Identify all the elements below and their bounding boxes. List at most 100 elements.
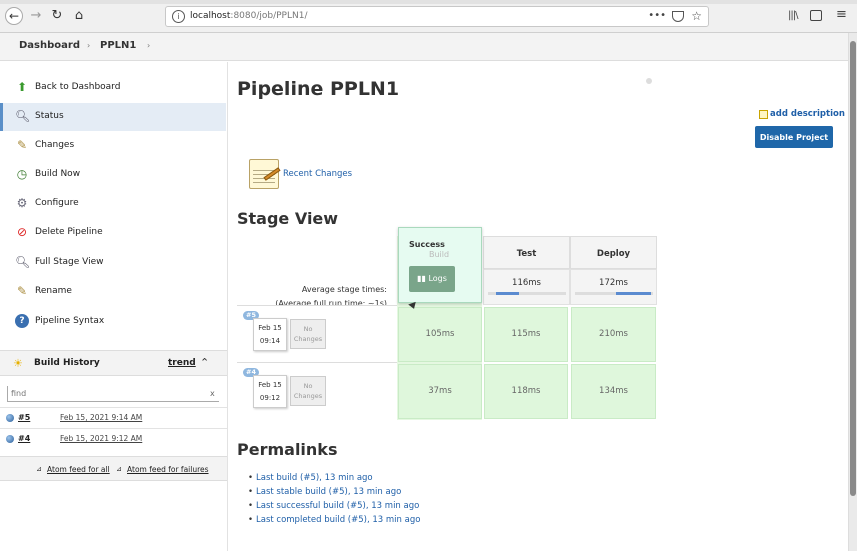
sun-weather-icon: ☀ <box>13 357 23 370</box>
disable-project-button[interactable]: Disable Project <box>755 126 833 148</box>
build-history-row[interactable]: #4 Feb 15, 2021 9:12 AM <box>0 428 227 449</box>
sidebar-item-status[interactable]: 🔍︎ Status <box>0 103 226 131</box>
breadcrumb-separator[interactable]: › <box>147 41 150 50</box>
notepad-icon: ✎ <box>16 138 28 152</box>
url-host: localhost <box>190 11 231 21</box>
scrollbar-thumb[interactable] <box>850 41 856 496</box>
logs-button[interactable]: ▮▮ Logs <box>409 266 455 292</box>
clear-search-icon[interactable]: x <box>210 389 215 398</box>
url-text[interactable]: localhost:8080/job/PPLN1/ <box>190 11 308 21</box>
sidebar-item-label: Pipeline Syntax <box>35 316 105 326</box>
stage-avg-value: 116ms <box>512 278 541 288</box>
stage-duration: 115ms <box>511 329 541 339</box>
sidebar-item-changes[interactable]: ✎ Changes <box>0 132 226 160</box>
blue-ball-status-icon <box>6 414 14 422</box>
run-date: Feb 15 <box>258 324 282 332</box>
url-bar[interactable]: i localhost:8080/job/PPLN1/ ••• ☆ <box>165 6 709 27</box>
run-date-box: Feb 15 09:12 <box>253 375 287 408</box>
atom-feed-all-link[interactable]: Atom feed for all <box>47 465 110 474</box>
no-changes-line1: No <box>303 325 313 333</box>
permalink-last-stable[interactable]: Last stable build (#5), 13 min ago <box>248 487 401 497</box>
info-icon[interactable]: i <box>172 10 185 23</box>
back-icon[interactable]: ← <box>5 7 23 25</box>
reload-icon[interactable]: ↻ <box>48 7 66 25</box>
stage-cell-build[interactable]: 105ms <box>398 307 482 362</box>
build-number-link[interactable]: #5 <box>18 413 30 422</box>
bar-chart-icon: ▮▮ <box>417 274 429 283</box>
breadcrumb-dashboard[interactable]: Dashboard <box>19 40 80 51</box>
stage-cell-deploy[interactable]: 134ms <box>571 364 656 419</box>
permalink-last-completed[interactable]: Last completed build (#5), 13 min ago <box>248 515 420 525</box>
sidebar-item-label: Status <box>35 111 64 121</box>
sidebar-item-full-stage-view[interactable]: 🔍︎ Full Stage View <box>0 249 226 277</box>
hamburger-menu-icon[interactable]: ≡ <box>836 7 847 22</box>
permalink-last-build[interactable]: Last build (#5), 13 min ago <box>248 473 373 483</box>
library-icon[interactable]: |||\ <box>788 10 799 21</box>
magnifier-icon: 🔍︎ <box>15 109 31 123</box>
stage-duration: 118ms <box>511 386 541 396</box>
sidebar-item-build-now[interactable]: ◷ Build Now <box>0 161 226 189</box>
sidebar: ⬆ Back to Dashboard 🔍︎ Status ✎ Changes … <box>0 62 228 551</box>
up-arrow-icon: ⬆ <box>16 80 28 94</box>
tab-strip <box>0 0 857 4</box>
stage-cell-test[interactable]: 118ms <box>484 364 568 419</box>
page-title: Pipeline PPLN1 <box>237 78 400 100</box>
stage-cell-build[interactable]: 37ms <box>398 364 482 419</box>
sidebar-item-configure[interactable]: ⚙ Configure <box>0 190 226 218</box>
stage-cell-deploy[interactable]: 210ms <box>571 307 656 362</box>
rss-feed-icon: ⊿ <box>116 465 122 473</box>
stage-header-test[interactable]: Test <box>483 236 570 269</box>
no-changes-box[interactable]: No Changes <box>290 319 326 349</box>
home-icon[interactable]: ⌂ <box>70 7 88 25</box>
stage-header-deploy[interactable]: Deploy <box>570 236 657 269</box>
stage-avg-bar <box>575 292 653 295</box>
recent-changes-link[interactable]: Recent Changes <box>283 169 352 179</box>
add-description-link[interactable]: add description <box>770 109 845 119</box>
breadcrumb: Dashboard › PPLN1 › <box>0 33 848 61</box>
sidebar-item-back-to-dashboard[interactable]: ⬆ Back to Dashboard <box>0 74 226 102</box>
no-changes-line1: No <box>303 382 313 390</box>
sidebar-toggle-icon[interactable] <box>810 10 822 21</box>
build-search-input[interactable] <box>7 386 219 402</box>
build-date-link[interactable]: Feb 15, 2021 9:12 AM <box>60 434 142 443</box>
no-changes-box[interactable]: No Changes <box>290 376 326 406</box>
sidebar-item-label: Rename <box>35 286 72 296</box>
edit-description-icon[interactable] <box>759 110 768 119</box>
page-scrollbar[interactable] <box>848 33 857 551</box>
bookmark-star-icon[interactable]: ☆ <box>691 9 702 23</box>
page-actions-icon[interactable]: ••• <box>648 10 666 21</box>
sidebar-item-label: Configure <box>35 198 79 208</box>
sidebar-item-label: Changes <box>35 140 75 150</box>
forward-icon[interactable]: → <box>27 7 45 25</box>
sidebar-item-label: Back to Dashboard <box>35 82 121 92</box>
stage-duration: 210ms <box>599 329 628 339</box>
sidebar-item-pipeline-syntax[interactable]: ? Pipeline Syntax <box>0 308 226 336</box>
stage-header-build: Build <box>429 250 450 259</box>
build-history-title: Build History <box>34 358 100 368</box>
pocket-icon[interactable] <box>672 11 684 22</box>
logs-label: Logs <box>428 274 447 283</box>
stage-avg-test: 116ms <box>483 269 570 305</box>
build-date-link[interactable]: Feb 15, 2021 9:14 AM <box>60 413 142 422</box>
collapse-caret-icon[interactable]: ⌃ <box>200 356 209 369</box>
stage-cell-test[interactable]: 115ms <box>484 307 568 362</box>
magnifier-icon: 🔍︎ <box>15 255 31 269</box>
build-history-row[interactable]: #5 Feb 15, 2021 9:14 AM <box>0 407 227 428</box>
trend-link[interactable]: trend <box>168 358 196 368</box>
stage-header-label: Deploy <box>596 249 631 259</box>
sidebar-item-rename[interactable]: ✎ Rename <box>0 278 226 306</box>
stage-avg-fill <box>496 292 519 295</box>
run-row: #4 Feb 15 09:12 No Changes <box>237 362 397 419</box>
recent-changes-notepad-icon[interactable] <box>249 159 281 189</box>
atom-feed-failures-link[interactable]: Atom feed for failures <box>127 465 209 474</box>
stage-view-title: Stage View <box>237 209 339 228</box>
permalink-last-successful[interactable]: Last successful build (#5), 13 min ago <box>248 501 419 511</box>
breadcrumb-separator[interactable]: › <box>87 41 90 50</box>
sidebar-item-delete-pipeline[interactable]: ⊘ Delete Pipeline <box>0 219 226 247</box>
build-number-link[interactable]: #4 <box>18 434 30 443</box>
stage-avg-value: 172ms <box>599 278 628 288</box>
browser-toolbar: ← → ↻ ⌂ i localhost:8080/job/PPLN1/ ••• … <box>0 0 857 33</box>
breadcrumb-job[interactable]: PPLN1 <box>100 40 136 51</box>
stage-header-label: Test <box>516 249 537 259</box>
permalinks-title: Permalinks <box>237 440 338 459</box>
